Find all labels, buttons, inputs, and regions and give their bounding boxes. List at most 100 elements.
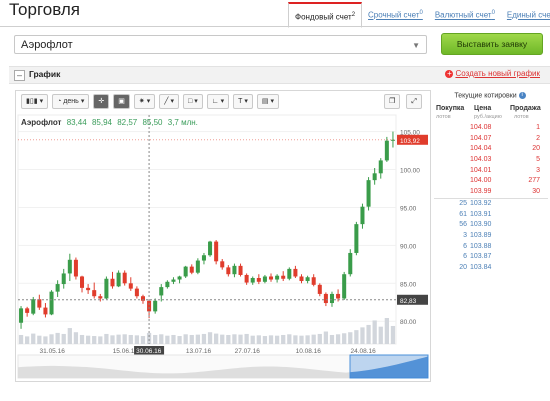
period-select[interactable]: ◔ день ▾ (52, 94, 90, 109)
volume-bar (55, 332, 60, 344)
dropdown-icon: ▾ (194, 98, 198, 105)
quote-price: 103.89 (470, 231, 492, 239)
candle-body (390, 139, 395, 141)
volume-bar (171, 334, 176, 344)
text-button[interactable]: T ▾ (233, 94, 253, 109)
candle-body (372, 173, 377, 181)
volume-bar (305, 335, 310, 344)
candles-icon: ▮▯▮ (26, 98, 38, 105)
ask-row[interactable]: 3 104.01 (434, 166, 548, 177)
create-chart-label: Создать новый график (455, 69, 540, 78)
bid-row[interactable]: 6 103.88 (434, 242, 548, 253)
volume-bar (287, 334, 292, 344)
ask-lots: 3 (536, 166, 540, 174)
date-tick: 31.05.16 (40, 348, 66, 355)
zoom-icon: ▣ (118, 98, 125, 105)
quote-price: 103.92 (470, 199, 492, 207)
bid-row[interactable]: 3 103.89 (434, 231, 548, 242)
candle-body (329, 293, 334, 304)
tab-currency-account[interactable]: Валютный счет0 (429, 2, 501, 25)
volume-bar (214, 333, 219, 344)
volume-bar (317, 333, 322, 344)
volume-bar (92, 336, 97, 344)
ask-row[interactable]: 1 104.08 (434, 123, 548, 134)
tab-futures-account[interactable]: Срочный счет0 (362, 2, 429, 25)
section-title: График (29, 69, 61, 79)
ask-row[interactable]: 30 103.99 (434, 187, 548, 198)
candle-body (287, 268, 292, 279)
bid-row[interactable]: 20 103.84 (434, 263, 548, 274)
image-icon: ▤ (261, 98, 269, 105)
candle-body (384, 140, 389, 161)
legend-name: Аэрофлот (21, 118, 62, 127)
chart-canvas[interactable]: 105.00100.0095.0090.0085.0080.0082,83103… (16, 91, 430, 381)
ask-row[interactable]: 277 104.00 (434, 176, 548, 187)
legend-high: 85,94 (91, 118, 112, 127)
shapes-button[interactable]: □ ▾ (182, 94, 203, 109)
volume-bar (244, 333, 249, 344)
quote-price: 103.99 (470, 188, 492, 196)
bid-row[interactable]: 25 103.92 (434, 199, 548, 210)
candle-body (104, 278, 109, 299)
volume-bar (146, 332, 152, 344)
volume-bar (342, 333, 347, 344)
axis-icon: ∟ (211, 98, 219, 105)
candle-body (244, 274, 249, 283)
bid-row[interactable]: 6 103.87 (434, 252, 548, 263)
volume-bar (153, 334, 158, 344)
volume-bar (31, 333, 36, 344)
volume-bar (67, 328, 72, 344)
ask-row[interactable]: 5 104.03 (434, 155, 548, 166)
tab-stock-account[interactable]: Фондовый счет2 (288, 2, 363, 28)
fullscreen-icon: ⤢ (411, 98, 417, 105)
tab-unified-account[interactable]: Единый счет0 (501, 2, 550, 25)
theme-button[interactable]: ✷ ▾ (133, 94, 156, 109)
crosshair-button[interactable]: ✛ (93, 94, 110, 109)
bid-row[interactable]: 61 103.91 (434, 210, 548, 221)
chart-window-controls: ❐ ⤢ (384, 94, 422, 109)
indicators-button[interactable]: ∟ ▾ (206, 94, 230, 109)
collapse-toggle[interactable]: – (14, 70, 25, 81)
info-icon[interactable]: i (518, 92, 526, 99)
bid-lots: 25 (459, 199, 467, 207)
candle-body (116, 272, 121, 287)
dropdown-icon: ▾ (146, 98, 151, 105)
chart-toolbar: ▮▯▮ ▾ ◔ день ▾ ✛ ▣ ✷ ▾ ╱ ▾ □ ▾ ∟ ▾ T ▾ ▤ ▾ (21, 94, 280, 109)
zoom-button[interactable]: ▣ (113, 94, 130, 109)
draw-line-button[interactable]: ╱ ▾ (159, 94, 179, 109)
create-chart-link[interactable]: + Создать новый график (445, 69, 540, 78)
chart-type-button[interactable]: ▮▯▮ ▾ (21, 94, 49, 109)
last-price-label: 103,92 (400, 138, 420, 145)
candle-body (232, 265, 237, 275)
volume-bar (183, 334, 188, 344)
volume-bar (311, 334, 316, 344)
place-order-button[interactable]: Выставить заявку (441, 33, 543, 55)
candle-body (226, 267, 231, 275)
volume-bar (134, 335, 140, 344)
restore-button[interactable]: ❐ (384, 94, 401, 109)
price-chart[interactable]: 105.00 100.00 95.00 90.00 85.00 80.00 82,83 103… (15, 90, 431, 382)
date-tick: 24.08.16 (350, 348, 376, 355)
price-tick: 90.00 (400, 243, 417, 250)
volume-bar (274, 335, 280, 344)
candle-body (281, 275, 286, 279)
ask-row[interactable]: 2 104.07 (434, 134, 548, 145)
pen-icon: ╱ (164, 98, 169, 105)
price-tick: 80.00 (400, 319, 417, 326)
volume-bar (366, 324, 371, 344)
candle-body (122, 272, 127, 284)
candle-body (128, 283, 133, 289)
bid-row[interactable]: 56 103.90 (434, 220, 548, 231)
page-title: Торговля (9, 0, 81, 19)
fullscreen-button[interactable]: ⤢ (406, 94, 422, 109)
instrument-select[interactable]: Аэрофлот ▼ (14, 35, 427, 54)
candle-body (43, 307, 48, 315)
chevron-down-icon[interactable]: ▼ (412, 36, 420, 55)
order-book-title-text: Текущие котировки (454, 92, 517, 100)
col-buy-sub: лотов (436, 114, 451, 120)
tab-label: Срочный счет (368, 10, 420, 20)
ask-row[interactable]: 20 104.04 (434, 144, 548, 155)
candle-body (323, 293, 328, 304)
image-button[interactable]: ▤ ▾ (256, 94, 280, 109)
volume-bar (293, 335, 298, 344)
